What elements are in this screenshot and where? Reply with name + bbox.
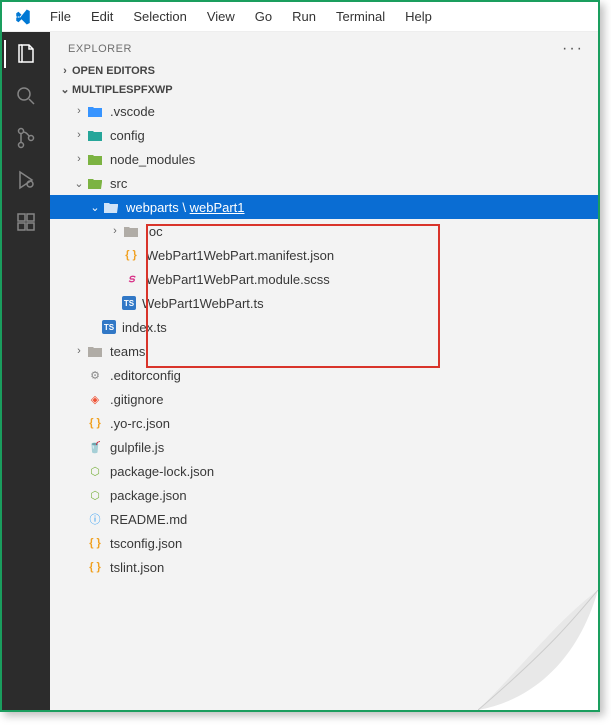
editorconfig-file-icon: ⚙	[86, 366, 104, 384]
chevron-down-icon: ⌄	[88, 201, 102, 214]
chevron-right-icon: ›	[58, 65, 72, 77]
extensions-icon[interactable]	[12, 208, 40, 236]
menu-help[interactable]: Help	[395, 5, 442, 28]
menu-edit[interactable]: Edit	[81, 5, 123, 28]
file-yo-rc[interactable]: { } .yo-rc.json	[50, 411, 598, 435]
file-tsconfig[interactable]: { } tsconfig.json	[50, 531, 598, 555]
tree-label: WebPart1WebPart.ts	[142, 296, 264, 311]
explorer-icon[interactable]	[12, 40, 40, 68]
tree-label: WebPart1WebPart.manifest.json	[146, 248, 334, 263]
workspace-section: ⌄ MULTIPLESPFXWP › .vscode › config	[50, 80, 598, 579]
tree-label: config	[110, 128, 145, 143]
file-index-ts[interactable]: TS index.ts	[50, 315, 598, 339]
folder-webparts-webpart1[interactable]: ⌄ webparts \ webPart1	[50, 195, 598, 219]
folder-icon	[86, 126, 104, 144]
menu-terminal[interactable]: Terminal	[326, 5, 395, 28]
tree-label: README.md	[110, 512, 187, 527]
folder-icon	[86, 342, 104, 360]
menu-go[interactable]: Go	[245, 5, 282, 28]
menu-run[interactable]: Run	[282, 5, 326, 28]
folder-src[interactable]: ⌄ src	[50, 171, 598, 195]
gulp-file-icon: 🥤	[86, 438, 104, 456]
open-editors-header[interactable]: › OPEN EDITORS	[50, 62, 598, 80]
tree-label: package.json	[110, 488, 187, 503]
file-editorconfig[interactable]: ⚙ .editorconfig	[50, 363, 598, 387]
scss-file-icon: ട	[122, 270, 140, 288]
file-package-lock[interactable]: ⬡ package-lock.json	[50, 459, 598, 483]
search-icon[interactable]	[12, 82, 40, 110]
file-gulpfile[interactable]: 🥤 gulpfile.js	[50, 435, 598, 459]
menubar: File Edit Selection View Go Run Terminal…	[2, 2, 598, 32]
chevron-right-icon: ›	[72, 153, 86, 165]
tree-label: tslint.json	[110, 560, 164, 575]
tree-label: .editorconfig	[110, 368, 181, 383]
file-manifest-json[interactable]: { } WebPart1WebPart.manifest.json	[50, 243, 598, 267]
tree-label: loc	[146, 224, 163, 239]
folder-node-modules[interactable]: › node_modules	[50, 147, 598, 171]
file-readme[interactable]: ⓘ README.md	[50, 507, 598, 531]
npm-file-icon: ⬡	[86, 486, 104, 504]
folder-icon	[86, 150, 104, 168]
file-tree: › .vscode › config › node_modules	[50, 99, 598, 579]
json-file-icon: { }	[86, 414, 104, 432]
folder-open-icon	[102, 198, 120, 216]
info-file-icon: ⓘ	[86, 510, 104, 528]
json-file-icon: { }	[86, 534, 104, 552]
git-file-icon: ◈	[86, 390, 104, 408]
chevron-right-icon: ›	[108, 225, 122, 237]
tree-label: package-lock.json	[110, 464, 214, 479]
more-actions-icon[interactable]: ···	[562, 40, 584, 58]
chevron-down-icon: ⌄	[72, 177, 86, 190]
tree-label-path: webparts \ webPart1	[126, 200, 245, 215]
vscode-logo-icon	[12, 6, 34, 28]
source-control-icon[interactable]	[12, 124, 40, 152]
menu-file[interactable]: File	[40, 5, 81, 28]
file-tslint[interactable]: { } tslint.json	[50, 555, 598, 579]
json-file-icon: { }	[86, 558, 104, 576]
tree-label: gulpfile.js	[110, 440, 164, 455]
menu-selection[interactable]: Selection	[123, 5, 196, 28]
tree-label: src	[110, 176, 127, 191]
vscode-window: File Edit Selection View Go Run Terminal…	[0, 0, 600, 712]
sidebar-header: EXPLORER ···	[50, 32, 598, 62]
folder-icon	[86, 102, 104, 120]
sidebar-title: EXPLORER	[68, 43, 132, 55]
json-file-icon: { }	[122, 246, 140, 264]
activity-bar	[2, 32, 50, 710]
tree-label: .gitignore	[110, 392, 163, 407]
tree-label: node_modules	[110, 152, 195, 167]
npm-file-icon: ⬡	[86, 462, 104, 480]
folder-config[interactable]: › config	[50, 123, 598, 147]
chevron-right-icon: ›	[72, 345, 86, 357]
tree-label: .yo-rc.json	[110, 416, 170, 431]
workspace-header[interactable]: ⌄ MULTIPLESPFXWP	[50, 80, 598, 99]
folder-open-icon	[86, 174, 104, 192]
file-package-json[interactable]: ⬡ package.json	[50, 483, 598, 507]
chevron-down-icon: ⌄	[58, 83, 72, 96]
folder-loc[interactable]: › loc	[50, 219, 598, 243]
tree-label: WebPart1WebPart.module.scss	[146, 272, 330, 287]
file-module-scss[interactable]: ട WebPart1WebPart.module.scss	[50, 267, 598, 291]
folder-icon	[122, 222, 140, 240]
run-debug-icon[interactable]	[12, 166, 40, 194]
chevron-right-icon: ›	[72, 129, 86, 141]
ts-file-icon: TS	[102, 320, 116, 334]
workspace-name: MULTIPLESPFXWP	[72, 84, 173, 96]
ts-file-icon: TS	[122, 296, 136, 310]
file-gitignore[interactable]: ◈ .gitignore	[50, 387, 598, 411]
tree-label: .vscode	[110, 104, 155, 119]
menu-view[interactable]: View	[197, 5, 245, 28]
tree-label: teams	[110, 344, 145, 359]
chevron-right-icon: ›	[72, 105, 86, 117]
open-editors-label: OPEN EDITORS	[72, 65, 155, 77]
tree-label: index.ts	[122, 320, 167, 335]
file-webpart-ts[interactable]: TS WebPart1WebPart.ts	[50, 291, 598, 315]
explorer-sidebar: EXPLORER ··· › OPEN EDITORS ⌄ MULTIPLESP…	[50, 32, 598, 710]
active-indicator	[4, 40, 6, 68]
tree-label: tsconfig.json	[110, 536, 182, 551]
body-area: EXPLORER ··· › OPEN EDITORS ⌄ MULTIPLESP…	[2, 32, 598, 710]
open-editors-section: › OPEN EDITORS	[50, 62, 598, 80]
folder-teams[interactable]: › teams	[50, 339, 598, 363]
folder-vscode[interactable]: › .vscode	[50, 99, 598, 123]
